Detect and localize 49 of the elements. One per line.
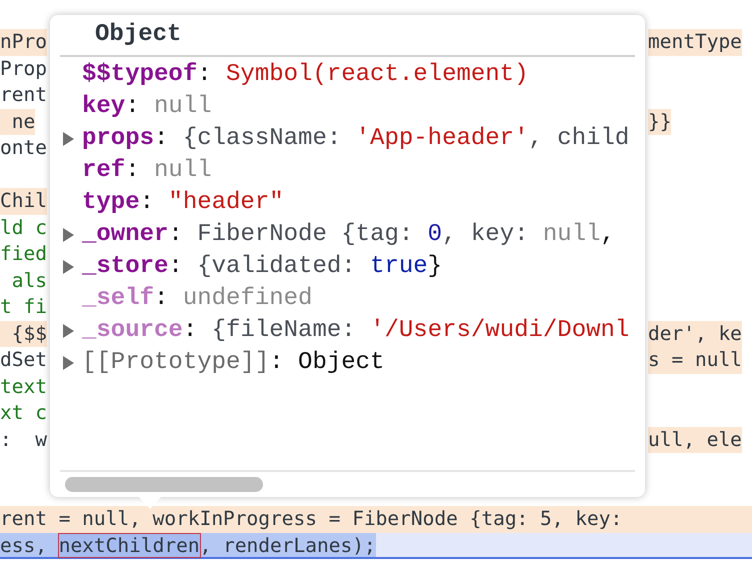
code-text: Prop	[0, 56, 47, 82]
property-key: $$typeof	[82, 59, 198, 91]
property-key: props	[82, 123, 154, 155]
property-value: : null	[125, 156, 212, 186]
property-key: _store	[82, 251, 168, 283]
code-text: dSet	[0, 347, 47, 373]
property-value: : {className: 'App-header', child	[154, 124, 630, 154]
expand-arrow-icon[interactable]	[62, 356, 74, 370]
property-value: : {validated: true}	[168, 252, 442, 282]
property-value: : null	[125, 92, 212, 122]
property-value: : Object	[269, 348, 384, 378]
code-text: fied	[0, 241, 47, 267]
horizontal-scrollbar[interactable]	[65, 477, 263, 492]
code-text: t fi	[0, 294, 47, 320]
code-text: der', ke	[648, 320, 742, 347]
code-text: Chil	[0, 188, 47, 214]
code-text: ld c	[0, 214, 47, 240]
code-text: als	[10, 268, 47, 294]
property-value: : FiberNode {tag: 0, key: null,	[168, 220, 615, 250]
code-text: ull, ele	[648, 426, 742, 453]
code-text: rent	[0, 82, 47, 108]
property-key: _source	[82, 315, 183, 347]
code-text: }}	[648, 108, 672, 135]
property-key: [[Prototype]]	[82, 347, 270, 379]
code-text: ne	[0, 108, 36, 135]
popover-title: Object	[95, 20, 182, 50]
property-value: : {fileName: '/Users/wudi/Downl	[182, 316, 630, 346]
code-text: : w	[0, 426, 47, 452]
code-text: text	[0, 374, 47, 400]
code-text: mentType	[648, 29, 742, 56]
property-value: : Symbol(react.element)	[197, 60, 528, 90]
expand-arrow-icon[interactable]	[62, 324, 74, 338]
code-text: nPro	[0, 29, 47, 56]
property-value: : undefined	[154, 284, 312, 314]
code-text: xt c	[0, 400, 47, 426]
property-key: type	[82, 187, 140, 219]
code-text: {$$	[0, 320, 47, 347]
code-text: rent = null, workInProgress = FiberNode {tag: 5, key:	[0, 506, 622, 532]
property-value: : "header"	[140, 188, 284, 218]
expand-arrow-icon[interactable]	[62, 260, 74, 274]
expand-arrow-icon[interactable]	[62, 228, 74, 242]
code-text: s = null	[648, 347, 742, 374]
expand-arrow-icon[interactable]	[62, 132, 74, 146]
property-key: ref	[82, 155, 126, 187]
property-key: _self	[82, 283, 154, 315]
property-key: key	[82, 91, 126, 123]
code-text: onte	[0, 135, 47, 161]
property-key: _owner	[82, 219, 168, 251]
code-text: ess, nextChildren, renderLanes);	[0, 532, 376, 557]
